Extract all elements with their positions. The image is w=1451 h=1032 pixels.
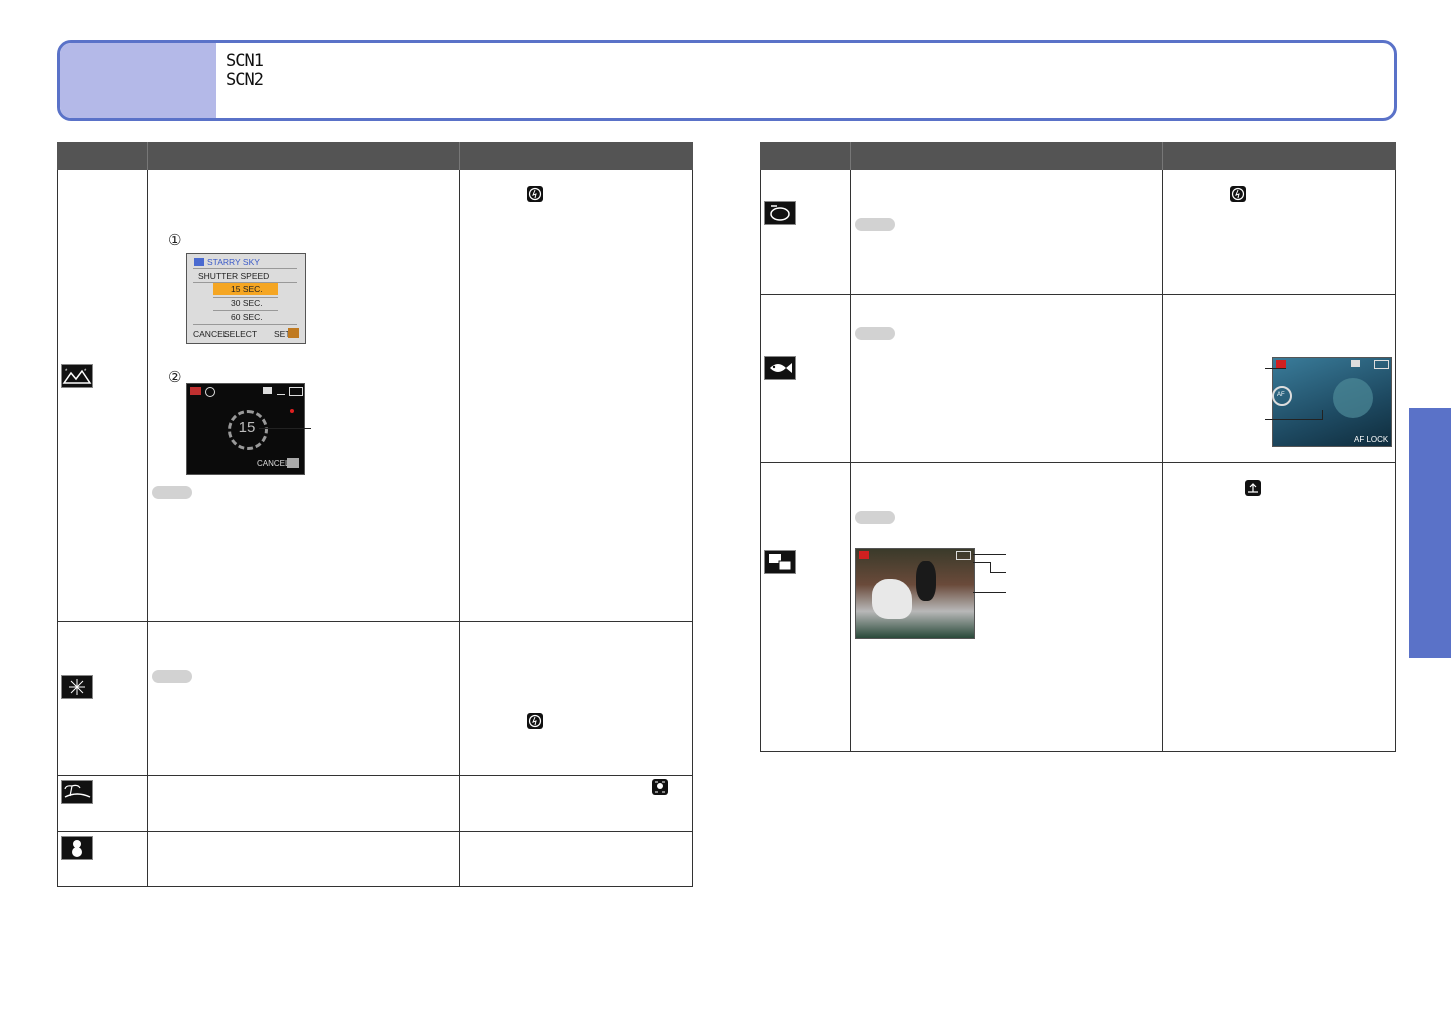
starry-sky-icon: * *	[61, 364, 93, 388]
flash-off-icon	[527, 713, 543, 729]
callout-line	[1265, 368, 1286, 369]
note-badge	[855, 218, 895, 231]
quality-icon	[277, 387, 285, 395]
row-divider	[57, 775, 693, 776]
svg-text:*: *	[84, 369, 87, 375]
left-table	[57, 142, 693, 887]
note-badge	[152, 670, 192, 683]
scene-mode-1-label: SCN1	[226, 51, 264, 71]
battery-icon	[289, 387, 303, 396]
note-badge	[855, 327, 895, 340]
step-marker-1: ①	[168, 231, 182, 249]
beach-icon	[61, 780, 93, 804]
starry-sky-menu-icon	[194, 258, 204, 266]
scene-mode-2-label: SCN2	[226, 70, 264, 90]
aerial-photo-icon	[764, 201, 796, 225]
fireworks-icon	[61, 675, 93, 699]
face-detection-icon	[652, 779, 668, 795]
battery-icon	[956, 551, 971, 560]
flash-off-small-icon	[205, 387, 215, 397]
battery-icon	[1374, 360, 1389, 369]
burst-lcd-screen	[855, 548, 975, 639]
menu-title: STARRY SKY	[207, 257, 260, 267]
flash-off-icon	[1230, 186, 1246, 202]
resolution-icon	[263, 387, 272, 394]
row-divider	[57, 886, 693, 887]
row-divider	[760, 462, 1396, 463]
burst-mode-icon	[859, 551, 869, 559]
high-speed-burst-icon	[764, 550, 796, 574]
table-border	[1395, 170, 1396, 752]
resolution-icon	[1351, 360, 1360, 367]
callout-line	[973, 554, 1006, 555]
callout-line	[973, 592, 1006, 593]
right-table	[760, 142, 1396, 752]
af-label: AF	[1277, 392, 1285, 398]
underwater-lcd-screen: AF AF LOCK	[1272, 357, 1392, 447]
countdown-number: 15	[238, 419, 256, 436]
column-divider	[850, 170, 851, 752]
countdown-lcd-screen: 15 CANCEL	[186, 383, 305, 475]
row-divider	[57, 831, 693, 832]
set-button-icon	[288, 328, 299, 338]
header-separator	[850, 142, 851, 170]
person-silhouette	[916, 561, 936, 601]
menu-divider	[193, 268, 297, 269]
callout-line	[1265, 419, 1323, 420]
callout-line	[1322, 410, 1323, 420]
callout-line	[259, 428, 311, 429]
menu-option[interactable]: 30 SEC.	[231, 298, 263, 308]
image-size-icon	[1245, 480, 1261, 496]
svg-text:*: *	[65, 369, 68, 375]
snow-icon	[61, 836, 93, 860]
carousel-horse	[872, 579, 912, 619]
table-border	[692, 170, 693, 887]
menu-row-label: SHUTTER SPEED	[198, 271, 270, 281]
header-separator	[459, 142, 460, 170]
table-border	[760, 170, 761, 752]
callout-line	[973, 562, 991, 563]
left-table-header	[57, 142, 693, 170]
af-lock-label: AF LOCK	[1354, 435, 1389, 444]
table-border	[57, 170, 58, 887]
menu-divider	[193, 324, 297, 325]
menu-option[interactable]: 15 SEC.	[231, 284, 263, 294]
diver-silhouette	[1333, 378, 1373, 418]
column-divider	[1162, 170, 1163, 752]
header-separator	[1162, 142, 1163, 170]
header-banner: SCN1 SCN2	[57, 40, 1397, 121]
row-divider	[57, 621, 693, 622]
column-divider	[459, 170, 460, 887]
row-divider	[760, 751, 1396, 752]
right-table-header	[760, 142, 1396, 170]
note-badge	[855, 511, 895, 524]
recording-dot	[290, 409, 294, 413]
step-marker-2: ②	[168, 368, 182, 386]
row-divider	[760, 294, 1396, 295]
menu-divider	[213, 310, 278, 311]
banner-color-block	[60, 43, 216, 118]
menu-option[interactable]: 60 SEC.	[231, 312, 263, 322]
mode-indicator-icon	[190, 387, 201, 395]
underwater-mode-icon	[1276, 360, 1286, 368]
chapter-side-tab[interactable]	[1409, 408, 1451, 658]
menu-select[interactable]: SELECT	[224, 329, 257, 339]
menu-button-icon	[287, 458, 299, 468]
flash-off-icon	[527, 186, 543, 202]
underwater-scene-photo	[1273, 358, 1391, 446]
note-badge	[152, 486, 192, 499]
underwater-icon	[764, 356, 796, 380]
callout-line	[990, 572, 1006, 573]
countdown-cancel[interactable]: CANCEL	[257, 459, 289, 468]
header-separator	[147, 142, 148, 170]
column-divider	[147, 170, 148, 887]
callout-line	[990, 562, 991, 572]
shutter-speed-menu-screen: STARRY SKY SHUTTER SPEED 15 SEC. 30 SEC.…	[186, 253, 306, 344]
menu-cancel[interactable]: CANCEL	[193, 329, 227, 339]
